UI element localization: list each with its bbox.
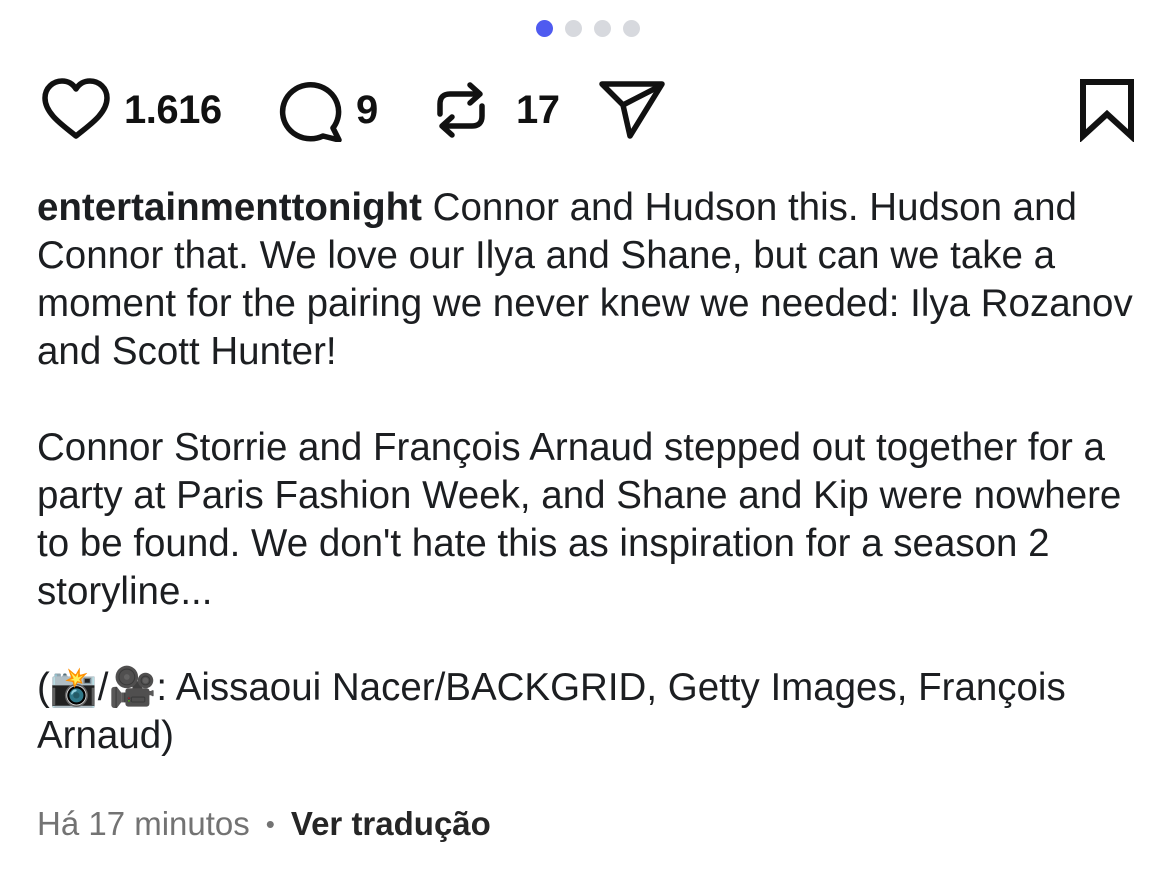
save-button[interactable] xyxy=(1078,78,1136,142)
post-caption: entertainmenttonight Connor and Hudson t… xyxy=(37,184,1147,760)
post-actions-bar: 1.616 9 17 xyxy=(40,78,1136,142)
post-timestamp: Há 17 minutos xyxy=(37,805,250,842)
caption-paragraph: Connor Storrie and François Arnaud stepp… xyxy=(37,426,1122,613)
carousel-indicator xyxy=(536,20,640,37)
post-meta: Há 17 minutos • Ver tradução xyxy=(37,803,491,845)
see-translation-link[interactable]: Ver tradução xyxy=(291,803,491,845)
comment-button[interactable]: 9 xyxy=(276,78,378,142)
like-button[interactable]: 1.616 xyxy=(40,78,222,142)
caption-paragraph: entertainmenttonight Connor and Hudson t… xyxy=(37,184,1147,376)
carousel-dot-active[interactable] xyxy=(536,20,553,37)
like-count: 1.616 xyxy=(124,87,222,132)
carousel-dot[interactable] xyxy=(594,20,611,37)
heart-icon xyxy=(40,78,112,142)
carousel-dot[interactable] xyxy=(623,20,640,37)
bookmark-icon xyxy=(1078,78,1136,142)
username-link[interactable]: entertainmenttonight xyxy=(37,186,422,229)
share-button[interactable] xyxy=(596,78,668,142)
photo-credit: (📸/🎥: Aissaoui Nacer/BACKGRID, Getty Ima… xyxy=(37,666,1066,757)
repost-button[interactable]: 17 xyxy=(432,78,560,142)
repost-count: 17 xyxy=(516,87,560,132)
carousel-dot[interactable] xyxy=(565,20,582,37)
repost-icon xyxy=(432,78,490,142)
meta-separator: • xyxy=(265,809,275,839)
comment-bubble-icon xyxy=(276,78,344,142)
comment-count: 9 xyxy=(356,87,378,132)
paper-plane-icon xyxy=(596,78,668,142)
